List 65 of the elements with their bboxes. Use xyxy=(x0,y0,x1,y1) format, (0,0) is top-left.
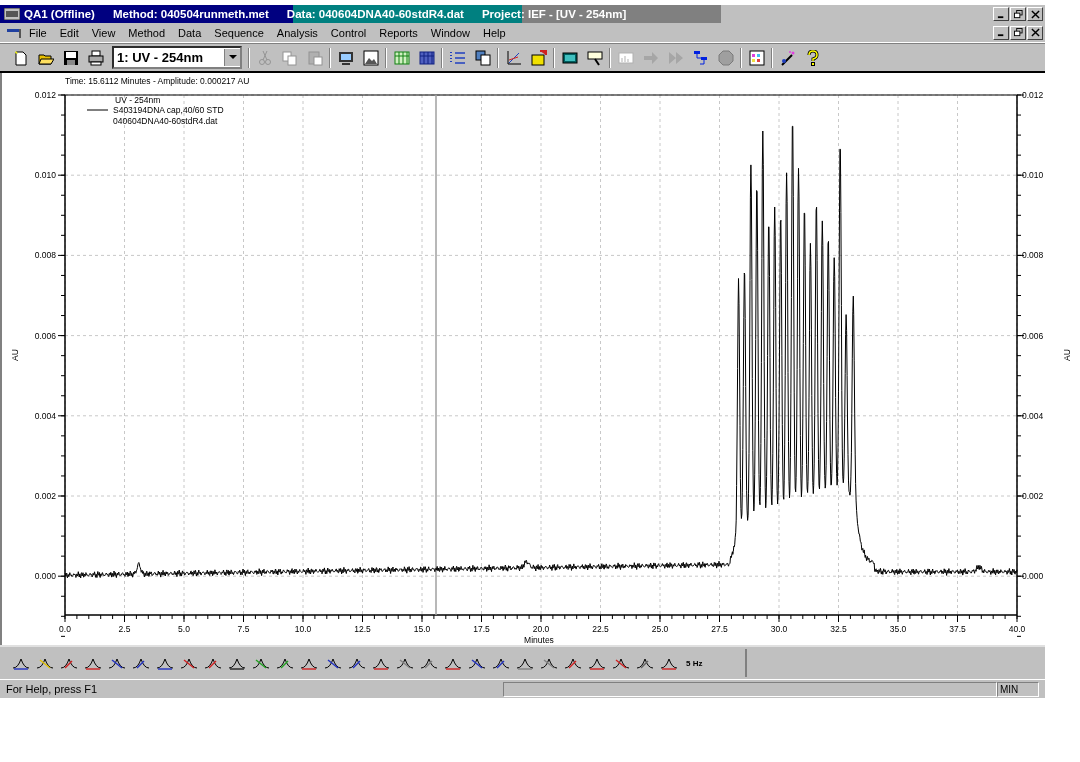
app-icon xyxy=(4,8,20,20)
x-tick-label: 5.0 xyxy=(178,624,190,634)
menu-item[interactable]: Method xyxy=(128,26,166,39)
x-axis-title: Minutes xyxy=(524,635,554,645)
y-tick-label: 0.000 xyxy=(1022,571,1044,582)
channel-dropdown[interactable]: 1: UV - 254nm xyxy=(112,46,242,69)
x-tick-label: 40.0 xyxy=(1008,624,1026,634)
y-tick-label: 0.012 xyxy=(1022,90,1044,100)
x-tick-label: 27.5 xyxy=(711,624,728,634)
menu-item[interactable]: File xyxy=(29,26,47,39)
y-tick-label: 0.008 xyxy=(1022,250,1044,261)
x-tick-label: 35.0 xyxy=(889,624,907,634)
x-tick-label: 12.5 xyxy=(354,624,371,634)
x-tick-label: 30.0 xyxy=(770,624,788,634)
x-tick-label: 0.0 xyxy=(59,624,71,634)
export-button[interactable] xyxy=(528,47,549,68)
menu-item[interactable]: Sequence xyxy=(214,26,264,39)
menu-item[interactable]: Reports xyxy=(379,26,418,39)
x-tick-label: 22.5 xyxy=(592,624,609,634)
window-title: Project: IEF - [UV - 254nm] xyxy=(481,8,627,20)
menu-item[interactable]: Help xyxy=(482,26,506,39)
menu-item[interactable]: Window xyxy=(430,26,470,39)
menu-item[interactable]: View xyxy=(91,26,116,39)
print-button[interactable] xyxy=(85,47,106,68)
x-tick-label: 37.5 xyxy=(949,624,966,634)
windows-button[interactable] xyxy=(472,47,493,68)
window-title: Data: 040604DNA40-60stdR4.dat xyxy=(286,8,464,20)
y-axis-title: AU xyxy=(1062,349,1072,361)
window-title: Method: 040504runmeth.met xyxy=(112,8,269,20)
x-tick-label: 25.0 xyxy=(651,624,669,634)
y-tick-label: 0.004 xyxy=(1022,410,1044,421)
y-tick-label: 0.006 xyxy=(1022,330,1044,341)
menu-item[interactable]: Data xyxy=(178,26,202,39)
window-title: QA1 (Offline) xyxy=(24,8,95,20)
x-tick-label: 17.5 xyxy=(473,624,490,634)
y-axis-title: AU xyxy=(10,349,20,361)
legend-title: UV - 254nm xyxy=(115,95,161,105)
menu-item[interactable]: Control xyxy=(330,26,367,39)
x-tick-label: 15.0 xyxy=(413,624,431,634)
menu-item[interactable]: Analysis xyxy=(276,26,318,39)
legend-sample: S403194DNA cap,40/60 STD xyxy=(113,105,224,115)
status-text: For Help, press F1 xyxy=(5,683,99,695)
y-tick-label: 0.012 xyxy=(34,90,56,100)
y-tick-label: 0.004 xyxy=(34,410,56,421)
legend-line xyxy=(86,109,109,111)
sample-rate-label: 5 Hz xyxy=(686,658,703,668)
caret-icon[interactable] xyxy=(228,55,237,60)
menu-item[interactable]: Edit xyxy=(59,26,79,39)
status-mode: MIN xyxy=(997,681,1039,697)
y-tick-label: 0.010 xyxy=(34,170,56,181)
y-tick-label: 0.002 xyxy=(1022,491,1044,501)
x-tick-label: 10.0 xyxy=(294,624,312,634)
legend-file: 040604DNA40-60stdR4.dat xyxy=(113,116,218,126)
y-tick-label: 0.010 xyxy=(1022,170,1044,181)
grid-button[interactable] xyxy=(746,47,767,68)
y-tick-label: 0.002 xyxy=(34,491,56,501)
x-tick-label: 20.0 xyxy=(532,624,550,634)
y-tick-label: 0.006 xyxy=(34,330,56,341)
x-tick-label: 2.5 xyxy=(118,624,131,634)
y-tick-label: 0.008 xyxy=(34,250,56,261)
x-tick-label: 32.5 xyxy=(830,624,847,634)
y-tick-label: 0.000 xyxy=(34,571,56,582)
image-button[interactable] xyxy=(360,47,381,68)
x-tick-label: 7.5 xyxy=(237,624,250,634)
cursor-readout: Time: 15.6112 Minutes - Amplitude: 0.000217 AU xyxy=(65,76,250,86)
